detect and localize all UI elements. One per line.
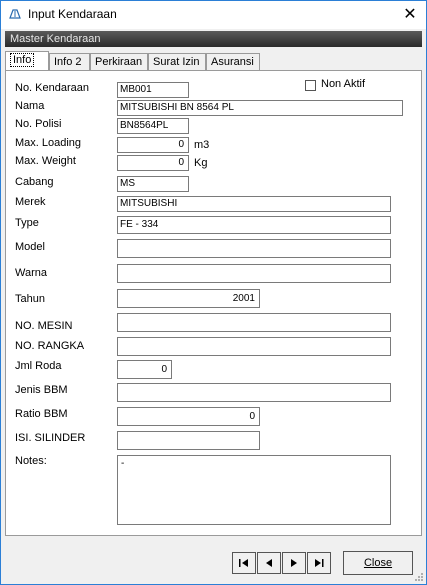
cabang-label: Cabang: [15, 176, 54, 188]
close-button[interactable]: Close: [343, 551, 413, 575]
max-weight-unit: Kg: [194, 157, 208, 169]
no-polisi-label: No. Polisi: [15, 118, 62, 130]
ratio-bbm-field[interactable]: 0: [117, 407, 260, 426]
non-aktif-label: Non Aktif: [321, 78, 366, 90]
tab-surat-izin[interactable]: Surat Izin: [148, 53, 206, 70]
jenis-bbm-label: Jenis BBM: [15, 384, 68, 396]
next-record-button[interactable]: [282, 552, 306, 574]
info-panel: No. Kendaraan MB001 Non Aktif Nama MITSU…: [5, 70, 422, 536]
next-record-icon: [291, 559, 297, 567]
notes-label: Notes:: [15, 455, 47, 467]
input-kendaraan-window: Input Kendaraan ✕ Master Kendaraan Info …: [0, 0, 427, 585]
tahun-field[interactable]: 2001: [117, 289, 260, 308]
tahun-label: Tahun: [15, 293, 45, 305]
tab-perkiraan[interactable]: Perkiraan: [90, 53, 148, 70]
warna-label: Warna: [15, 267, 47, 279]
resize-grip-icon[interactable]: [414, 572, 424, 582]
no-rangka-label: NO. RANGKA: [15, 340, 85, 352]
no-rangka-field[interactable]: [117, 337, 391, 356]
merek-label: Merek: [15, 196, 46, 208]
warna-field[interactable]: [117, 264, 391, 283]
isi-silinder-label: ISI. SILINDER: [15, 432, 86, 444]
tab-info-2[interactable]: Info 2: [49, 53, 90, 70]
max-loading-field[interactable]: 0: [117, 137, 189, 153]
title-bar: Input Kendaraan ✕: [1, 1, 426, 29]
group-header: Master Kendaraan: [5, 31, 422, 47]
no-mesin-label: NO. MESIN: [15, 320, 73, 332]
jenis-bbm-field[interactable]: [117, 383, 391, 402]
model-label: Model: [15, 241, 45, 253]
no-polisi-field[interactable]: BN8564PL: [117, 118, 189, 134]
nama-field[interactable]: MITSUBISHI BN 8564 PL: [117, 100, 403, 116]
first-record-icon: [239, 559, 248, 567]
prev-record-button[interactable]: [257, 552, 281, 574]
close-window-button[interactable]: ✕: [394, 1, 426, 29]
max-loading-unit: m3: [194, 139, 210, 151]
last-record-icon: [315, 559, 324, 567]
first-record-button[interactable]: [232, 552, 256, 574]
max-weight-field[interactable]: 0: [117, 155, 189, 171]
prev-record-icon: [266, 559, 272, 567]
max-loading-label: Max. Loading: [15, 137, 82, 149]
isi-silinder-field[interactable]: [117, 431, 260, 450]
tab-asuransi[interactable]: Asuransi: [206, 53, 260, 70]
nama-label: Nama: [15, 100, 45, 112]
notes-textarea[interactable]: -: [117, 455, 391, 525]
jml-roda-field[interactable]: 0: [117, 360, 172, 379]
cabang-field[interactable]: MS: [117, 176, 189, 192]
tab-info[interactable]: Info: [5, 51, 49, 71]
ratio-bbm-label: Ratio BBM: [15, 408, 68, 420]
window-title: Input Kendaraan: [28, 7, 117, 21]
max-weight-label: Max. Weight: [15, 155, 76, 167]
type-field[interactable]: FE - 334: [117, 216, 391, 234]
no-kendaraan-field[interactable]: MB001: [117, 82, 189, 98]
jml-roda-label: Jml Roda: [15, 360, 62, 372]
last-record-button[interactable]: [307, 552, 331, 574]
vehicle-icon: [9, 9, 21, 19]
non-aktif-checkbox[interactable]: [305, 80, 316, 91]
merek-field[interactable]: MITSUBISHI: [117, 196, 391, 212]
no-mesin-field[interactable]: [117, 313, 391, 332]
model-field[interactable]: [117, 239, 391, 258]
type-label: Type: [15, 217, 39, 229]
no-kendaraan-label: No. Kendaraan: [15, 82, 89, 94]
